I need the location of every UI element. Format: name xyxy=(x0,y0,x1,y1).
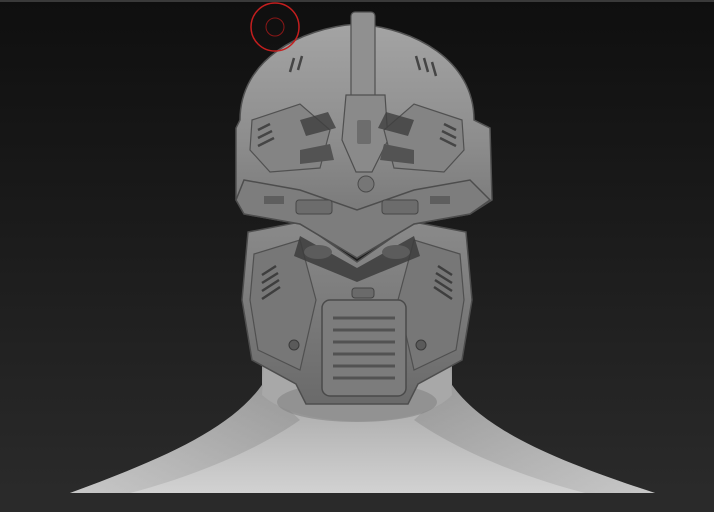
viewport-floor xyxy=(0,494,714,512)
mouth-grille xyxy=(321,299,407,397)
canvas-viewport[interactable] xyxy=(0,0,714,512)
helmet-crest xyxy=(350,11,376,103)
helmet-bust-model[interactable] xyxy=(0,0,714,512)
brush-cursor-icon xyxy=(250,2,300,52)
